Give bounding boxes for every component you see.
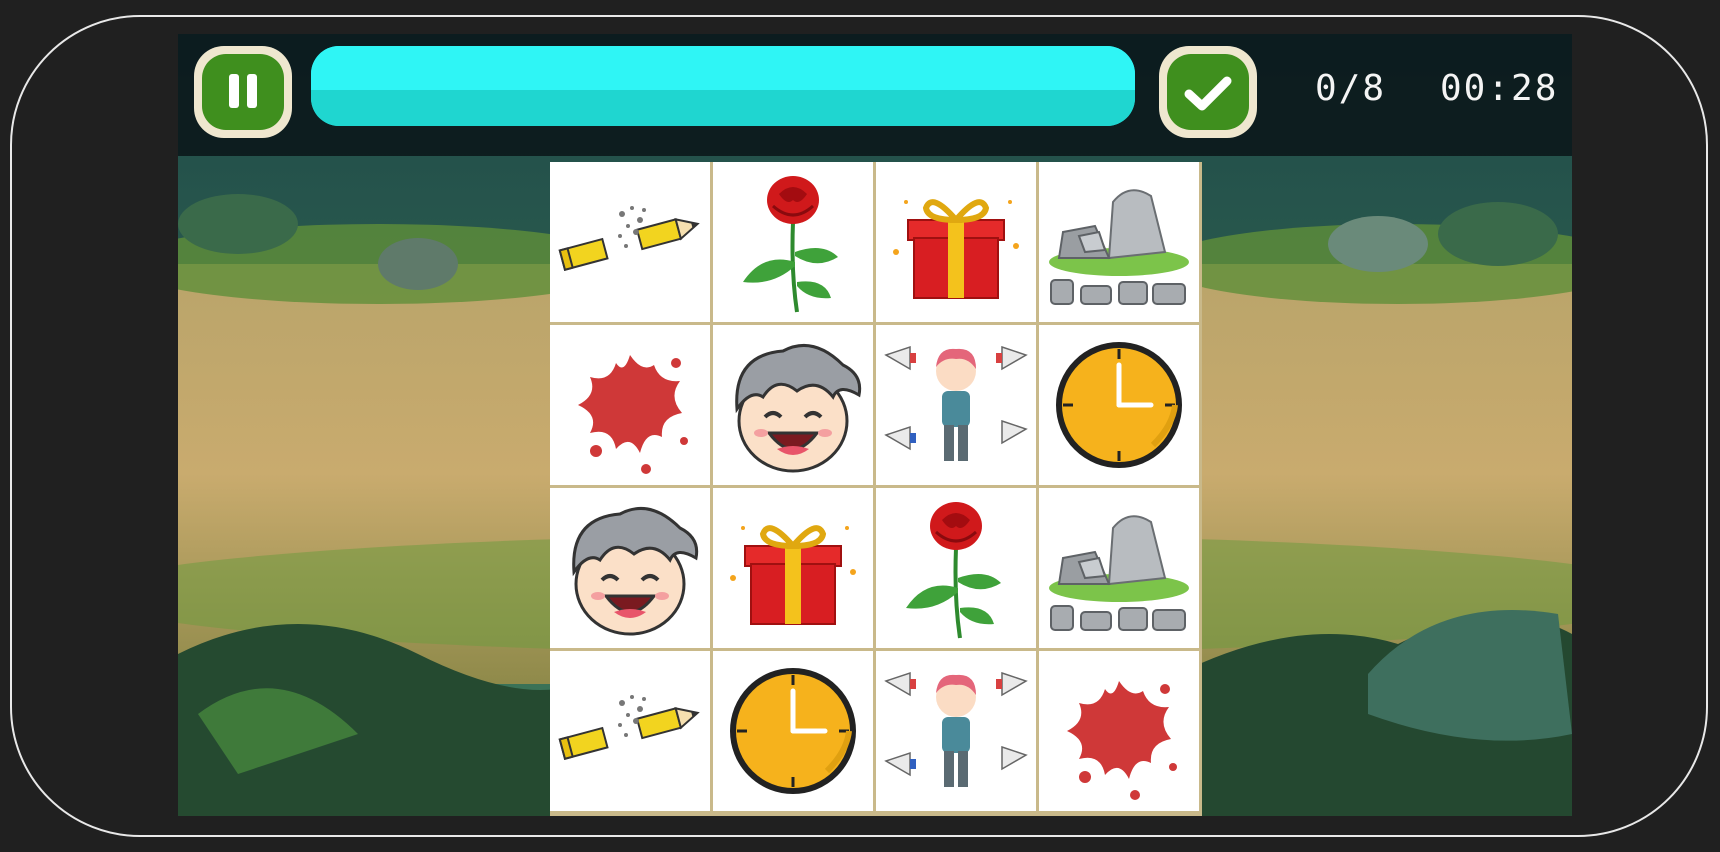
red-rose-icon [906, 502, 1001, 639]
match-counter: 0/8 [1315, 68, 1387, 109]
memory-card[interactable] [876, 651, 1036, 811]
hud-bar: 0/8 00:28 [178, 34, 1572, 156]
laughing-boy-face-icon [572, 506, 699, 636]
red-rose-icon [743, 176, 838, 313]
memory-card[interactable] [713, 651, 873, 811]
memory-card[interactable] [876, 325, 1036, 485]
memory-card[interactable] [550, 651, 710, 811]
memory-card[interactable] [876, 162, 1036, 322]
card-grid [550, 162, 1202, 816]
paint-splash-icon [1067, 681, 1177, 800]
time-progress-bar [311, 46, 1135, 126]
memory-card[interactable] [713, 488, 873, 648]
rocks-icon [1049, 515, 1189, 631]
memory-card[interactable] [713, 325, 873, 485]
memory-card[interactable] [1039, 651, 1199, 811]
boy-with-megaphones-icon [884, 671, 1028, 787]
device-frame: 0/8 00:28 [0, 0, 1720, 852]
time-progress-fill [311, 46, 1135, 126]
memory-card[interactable] [550, 325, 710, 485]
memory-card[interactable] [550, 488, 710, 648]
memory-card[interactable] [1039, 325, 1199, 485]
broken-pencil-icon [558, 206, 700, 272]
game-screen: 0/8 00:28 [178, 34, 1572, 816]
confirm-button[interactable] [1159, 46, 1257, 138]
pause-button[interactable] [194, 46, 292, 138]
checkmark-icon [1184, 76, 1232, 111]
memory-card[interactable] [1039, 162, 1199, 322]
memory-card[interactable] [1039, 488, 1199, 648]
gift-box-icon [893, 199, 1019, 299]
memory-card[interactable] [713, 162, 873, 322]
memory-card[interactable] [550, 162, 710, 322]
boy-with-megaphones-icon [884, 345, 1028, 461]
clock-icon [1056, 342, 1182, 468]
pause-icon [229, 74, 257, 108]
memory-card[interactable] [876, 488, 1036, 648]
paint-splash-icon [578, 355, 688, 474]
timer: 00:28 [1440, 68, 1559, 109]
laughing-boy-face-icon [735, 343, 862, 473]
clock-icon [730, 668, 856, 794]
gift-box-icon [730, 525, 856, 625]
broken-pencil-icon [558, 695, 700, 761]
rocks-icon [1049, 189, 1189, 305]
